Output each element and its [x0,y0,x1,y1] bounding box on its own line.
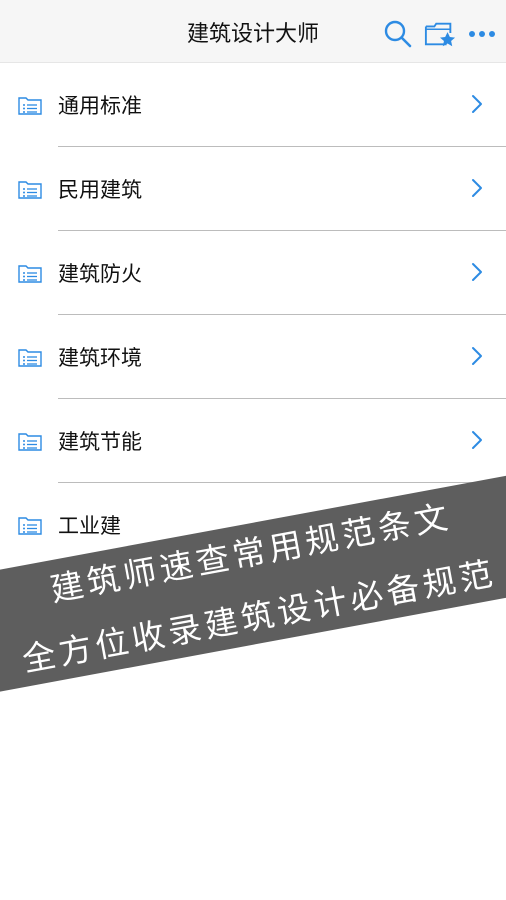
favorites-button[interactable] [424,18,456,50]
list-folder-icon [18,181,42,199]
list-folder-icon [18,265,42,283]
list-folder-icon [18,97,42,115]
list-item[interactable]: 民用建筑 [18,147,506,231]
list-item-label: 通用标准 [58,94,142,118]
list-item[interactable]: 建筑环境 [18,315,506,399]
promo-banner-line-2: 全方位收录建筑设计必备规范 [19,553,500,680]
list-item-label: 建筑节能 [58,430,142,454]
navigation-bar: 建筑设计大师 [0,0,506,63]
list-item[interactable]: 建筑节能 [18,399,506,483]
chevron-right-icon [472,263,482,281]
list-item-label: 建筑环境 [58,346,142,370]
more-icon [469,31,495,37]
list-item[interactable]: 建筑防火 [18,231,506,315]
list-item[interactable]: 通用标准 [18,63,506,147]
search-button[interactable] [382,18,414,50]
more-button[interactable] [466,18,498,50]
category-list: 通用标准 民用建筑 建筑防火 建筑环境 建筑节能 工业建 [0,63,506,566]
chevron-right-icon [472,431,482,449]
list-folder-icon [18,517,42,535]
chevron-right-icon [472,347,482,365]
chevron-right-icon [472,179,482,197]
nav-actions [382,18,498,50]
list-item-label: 建筑防火 [58,262,142,286]
list-folder-icon [18,433,42,451]
folder-star-icon [424,22,456,47]
chevron-right-icon [472,95,482,113]
list-item-label: 民用建筑 [58,178,142,202]
list-folder-icon [18,349,42,367]
list-item-label: 工业建 [58,514,121,538]
list-item[interactable]: 工业建 [18,483,506,566]
search-icon [384,20,412,48]
